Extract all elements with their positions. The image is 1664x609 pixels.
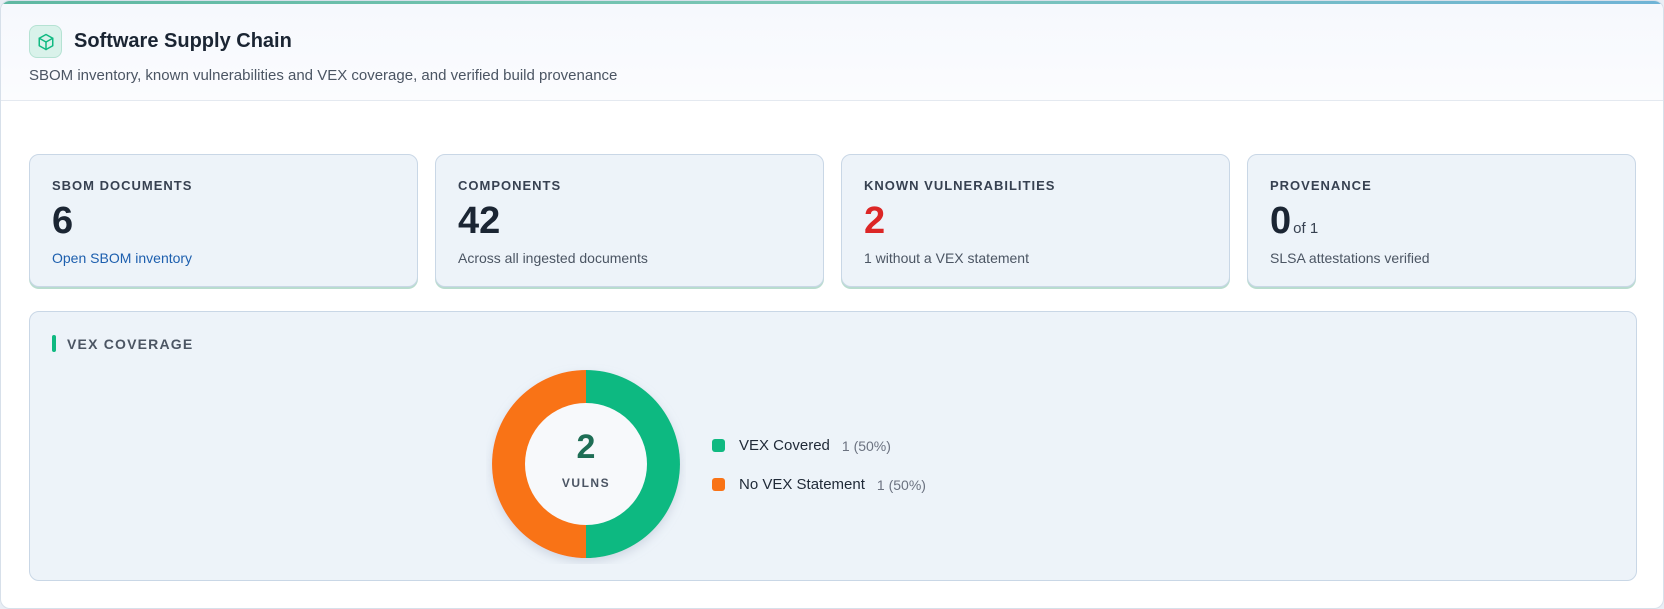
page-title: Software Supply Chain: [74, 30, 292, 52]
open-sbom-inventory-link[interactable]: Open SBOM inventory: [52, 250, 192, 266]
legend-label: VEX Covered: [739, 437, 830, 454]
section-accent-bar: [52, 335, 56, 352]
sbom-documents-value: 6: [52, 200, 74, 242]
package-icon: [29, 25, 62, 58]
components-value: 42: [458, 200, 501, 242]
legend-swatch: [712, 478, 725, 491]
page-subtitle: SBOM inventory, known vulnerabilities an…: [29, 67, 618, 84]
card-footnote: Across all ingested documents: [458, 250, 648, 266]
card-label: SBOM DOCUMENTS: [52, 178, 193, 193]
provenance-card: PROVENANCE 0 of 1 SLSA attestations verif…: [1247, 154, 1636, 287]
panel-header: Software Supply Chain SBOM inventory, kn…: [1, 4, 1663, 101]
supply-chain-panel: Software Supply Chain SBOM inventory, kn…: [0, 0, 1664, 609]
provenance-value: 0 of 1: [1270, 200, 1318, 243]
card-footnote: 1 without a VEX statement: [864, 250, 1029, 266]
legend-item-no-vex-statement: No VEX Statement 1 (50%): [712, 476, 926, 493]
sbom-documents-card: SBOM DOCUMENTS 6 Open SBOM inventory: [29, 154, 418, 287]
legend-label: No VEX Statement: [739, 476, 865, 493]
vex-donut-chart: 2 VULNS: [486, 364, 686, 564]
legend-value: 1 (50%): [841, 437, 891, 454]
provenance-total: of 1: [1293, 220, 1319, 237]
legend-swatch: [712, 439, 725, 452]
vex-coverage-section: VEX COVERAGE 2 VULNS VEX Covered 1 (50%)…: [29, 311, 1637, 581]
card-footnote: SLSA attestations verified: [1270, 250, 1430, 266]
card-label: COMPONENTS: [458, 178, 562, 193]
card-label: PROVENANCE: [1270, 178, 1372, 193]
card-label: KNOWN VULNERABILITIES: [864, 178, 1056, 193]
section-title: VEX COVERAGE: [67, 336, 194, 352]
known-vulnerabilities-value: 2: [864, 200, 886, 242]
legend-value: 1 (50%): [876, 476, 926, 493]
components-card: COMPONENTS 42 Across all ingested docume…: [435, 154, 824, 287]
donut-center-value: 2: [576, 428, 596, 466]
donut-center-label: VULNS: [561, 476, 611, 490]
legend-item-vex-covered: VEX Covered 1 (50%): [712, 437, 891, 454]
provenance-count: 0: [1270, 200, 1292, 242]
known-vulnerabilities-card: KNOWN VULNERABILITIES 2 1 without a VEX …: [841, 154, 1230, 287]
